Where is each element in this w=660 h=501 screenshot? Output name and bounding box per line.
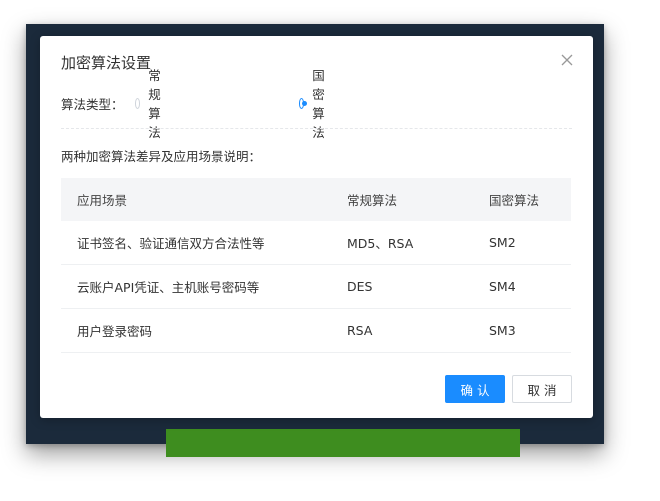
table-row: 云账户API凭证、主机账号密码等 DES SM4 [61, 264, 571, 309]
background-button [166, 429, 520, 457]
confirm-button[interactable]: 确认 [445, 375, 505, 403]
table-cell: DES [331, 264, 473, 309]
table-cell: SM4 [473, 264, 571, 309]
table-cell: SM3 [473, 308, 571, 353]
cancel-button[interactable]: 取消 [512, 375, 572, 403]
radio-label: 国密算法 [312, 68, 325, 140]
radio-label: 常规算法 [148, 68, 161, 140]
column-header: 应用场景 [61, 178, 331, 221]
column-header: 国密算法 [473, 178, 571, 221]
comparison-table: 应用场景 常规算法 国密算法 证书签名、验证通信双方合法性等 MD5、RSA S… [61, 178, 571, 353]
table-cell: MD5、RSA [331, 221, 473, 265]
description-text: 两种加密算法差异及应用场景说明： [61, 149, 262, 164]
radio-circle-checked [299, 97, 308, 109]
table-cell: RSA [331, 308, 473, 353]
table-row: 用户登录密码 RSA SM3 [61, 308, 571, 353]
table-row: 证书签名、验证通信双方合法性等 MD5、RSA SM2 [61, 221, 571, 265]
table-cell: SM2 [473, 221, 571, 265]
close-icon[interactable] [559, 52, 575, 68]
encryption-settings-dialog: 加密算法设置 算法类型： 常规算法 国密算法 两种加密算法差异及应用场景说明： … [40, 36, 593, 418]
algorithm-type-label: 算法类型： [61, 96, 124, 112]
radio-circle [135, 97, 141, 109]
table-cell: 云账户API凭证、主机账号密码等 [61, 264, 331, 309]
radio-national-algorithm[interactable]: 国密算法 [299, 65, 331, 141]
divider [61, 128, 572, 129]
table-cell: 证书签名、验证通信双方合法性等 [61, 221, 331, 265]
table-cell: 用户登录密码 [61, 308, 331, 353]
column-header: 常规算法 [331, 178, 473, 221]
radio-standard-algorithm[interactable]: 常规算法 [135, 65, 167, 141]
algorithm-type-row: 算法类型： [61, 94, 134, 112]
table-header-row: 应用场景 常规算法 国密算法 [61, 178, 571, 221]
